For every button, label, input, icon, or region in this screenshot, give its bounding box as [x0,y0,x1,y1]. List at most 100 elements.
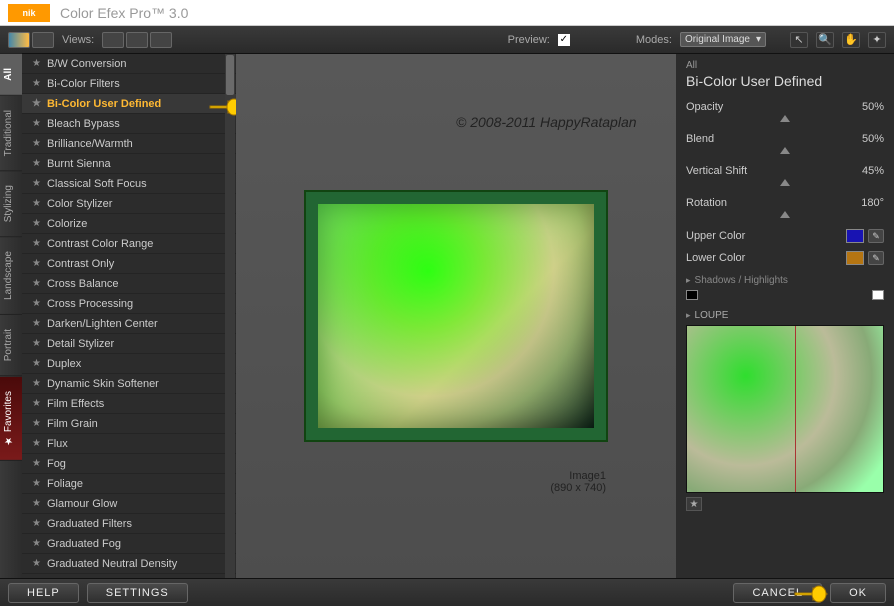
filter-item[interactable]: ★Darken/Lighten Center [22,314,236,334]
preview-image[interactable] [306,192,606,440]
star-icon: ★ [32,518,41,529]
slider-track[interactable] [686,179,884,189]
tab-favorites[interactable]: ★ Favorites [0,377,22,461]
tab-portrait[interactable]: Portrait [0,315,22,376]
filter-item[interactable]: ★Contrast Only [22,254,236,274]
slider-track[interactable] [686,147,884,157]
filter-item[interactable]: ★Colorize [22,214,236,234]
filter-item[interactable]: ★Bi-Color User Defined [22,94,236,114]
slider-track[interactable] [686,115,884,125]
filter-item[interactable]: ★ Bi-Color Filters [22,74,236,94]
filter-scrollbar[interactable] [225,54,235,578]
ok-button[interactable]: OK [830,583,886,603]
filter-item[interactable]: ★Burnt Sienna [22,154,236,174]
slider-value: 45% [862,165,884,177]
filter-label: Film Grain [47,418,98,430]
filter-item[interactable]: ★Flux [22,434,236,454]
star-icon: ★ [32,338,41,349]
star-icon: ★ [32,218,41,229]
chevron-down-icon: ▾ [756,34,761,45]
filter-list: ★B/W Conversion★Bi-Color Filters★Bi-Colo… [22,54,236,574]
cancel-button[interactable]: CANCEL [733,583,822,603]
filter-label: Bi-Color Filters [47,78,120,90]
filter-list-panel: ★B/W Conversion★Bi-Color Filters★Bi-Colo… [22,54,236,578]
slider-handle-icon[interactable] [780,147,790,154]
star-icon: ★ [32,78,41,89]
tab-stylizing[interactable]: Stylizing [0,171,22,237]
star-icon: ★ [32,118,41,129]
filter-item[interactable]: ★Color Stylizer [22,194,236,214]
filter-label: Contrast Only [47,258,114,270]
loupe-view[interactable] [686,325,884,493]
scroll-thumb[interactable] [226,55,234,95]
slider-handle-icon[interactable] [780,179,790,186]
top-toolbar: Views: Preview: ✓ Modes: Original Image▾… [0,26,894,54]
pointer-tool-icon[interactable]: ↖ [790,32,808,48]
filter-item[interactable]: ★Fog [22,454,236,474]
filter-item[interactable]: ★ Film Effects [22,394,236,414]
star-icon: ★ [32,418,41,429]
filter-item[interactable]: ★Glamour Glow [22,494,236,514]
slider-track[interactable] [686,211,884,221]
view-single-icon[interactable] [102,32,124,48]
slider-handle-icon[interactable] [780,115,790,122]
preview-checkbox[interactable]: ✓ [558,34,570,46]
lower-color-picker-icon[interactable]: ✎ [868,251,884,265]
filter-item[interactable]: ★Classical Soft Focus [22,174,236,194]
light-tool-icon[interactable]: ✦ [868,32,886,48]
pan-tool-icon[interactable]: ✋ [842,32,860,48]
help-button[interactable]: HELP [8,583,79,603]
star-icon: ★ [32,398,41,409]
filter-label: Flux [47,438,68,450]
upper-color-swatch[interactable] [846,229,864,243]
filter-item[interactable]: ★Graduated Neutral Density [22,554,236,574]
filter-item[interactable]: ★Bleach Bypass [22,114,236,134]
image-dimensions: (890 x 740) [550,482,606,494]
modes-label: Modes: [636,34,672,46]
views-label: Views: [62,34,94,46]
filter-item[interactable]: ★ Foliage [22,474,236,494]
filter-label: Fog [47,458,66,470]
watermark: © 2008-2011 HappyRataplan [456,114,637,130]
thumbnail-mode-icon[interactable] [8,32,30,48]
star-icon: ★ [32,238,41,249]
filter-label: B/W Conversion [47,58,126,70]
loupe-header[interactable]: LOUPE [686,310,884,321]
settings-button[interactable]: SETTINGS [87,583,188,603]
filter-item[interactable]: ★Cross Balance [22,274,236,294]
star-icon: ★ [32,478,41,489]
filter-item[interactable]: ★Graduated Fog [22,534,236,554]
filter-item[interactable]: ★ Film Grain [22,414,236,434]
modes-dropdown[interactable]: Original Image▾ [680,32,766,47]
lower-color-label: Lower Color [686,252,745,264]
filter-item[interactable]: ★Dynamic Skin Softener [22,374,236,394]
tab-all[interactable]: All [0,54,22,96]
controls-panel: All Bi-Color User Defined Opacity50%Blen… [676,54,894,578]
view-side-icon[interactable] [150,32,172,48]
filter-label: Foliage [47,478,83,490]
lower-color-swatch[interactable] [846,251,864,265]
filter-label: Graduated Filters [47,518,132,530]
filter-item[interactable]: ★Detail Stylizer [22,334,236,354]
category-tabs: All Traditional Stylizing Landscape Port… [0,54,22,578]
filter-item[interactable]: ★ Graduated Filters [22,514,236,534]
filter-label: Graduated Fog [47,538,121,550]
filter-item[interactable]: ★Cross Processing [22,294,236,314]
tab-landscape[interactable]: Landscape [0,237,22,315]
filter-label: Film Effects [47,398,104,410]
slider-value: 180° [861,197,884,209]
shadows-highlights-header[interactable]: Shadows / Highlights [686,275,884,286]
filter-item[interactable]: ★Contrast Color Range [22,234,236,254]
filter-item[interactable]: ★Brilliance/Warmth [22,134,236,154]
filter-item[interactable]: ★B/W Conversion [22,54,236,74]
slider-handle-icon[interactable] [780,211,790,218]
tab-traditional[interactable]: Traditional [0,96,22,171]
view-split-icon[interactable] [126,32,148,48]
favorite-toggle-button[interactable]: ★ [686,497,702,511]
upper-color-picker-icon[interactable]: ✎ [868,229,884,243]
highlights-swatch[interactable] [872,290,884,300]
zoom-tool-icon[interactable]: 🔍 [816,32,834,48]
filter-item[interactable]: ★Duplex [22,354,236,374]
list-mode-icon[interactable] [32,32,54,48]
shadows-swatch[interactable] [686,290,698,300]
